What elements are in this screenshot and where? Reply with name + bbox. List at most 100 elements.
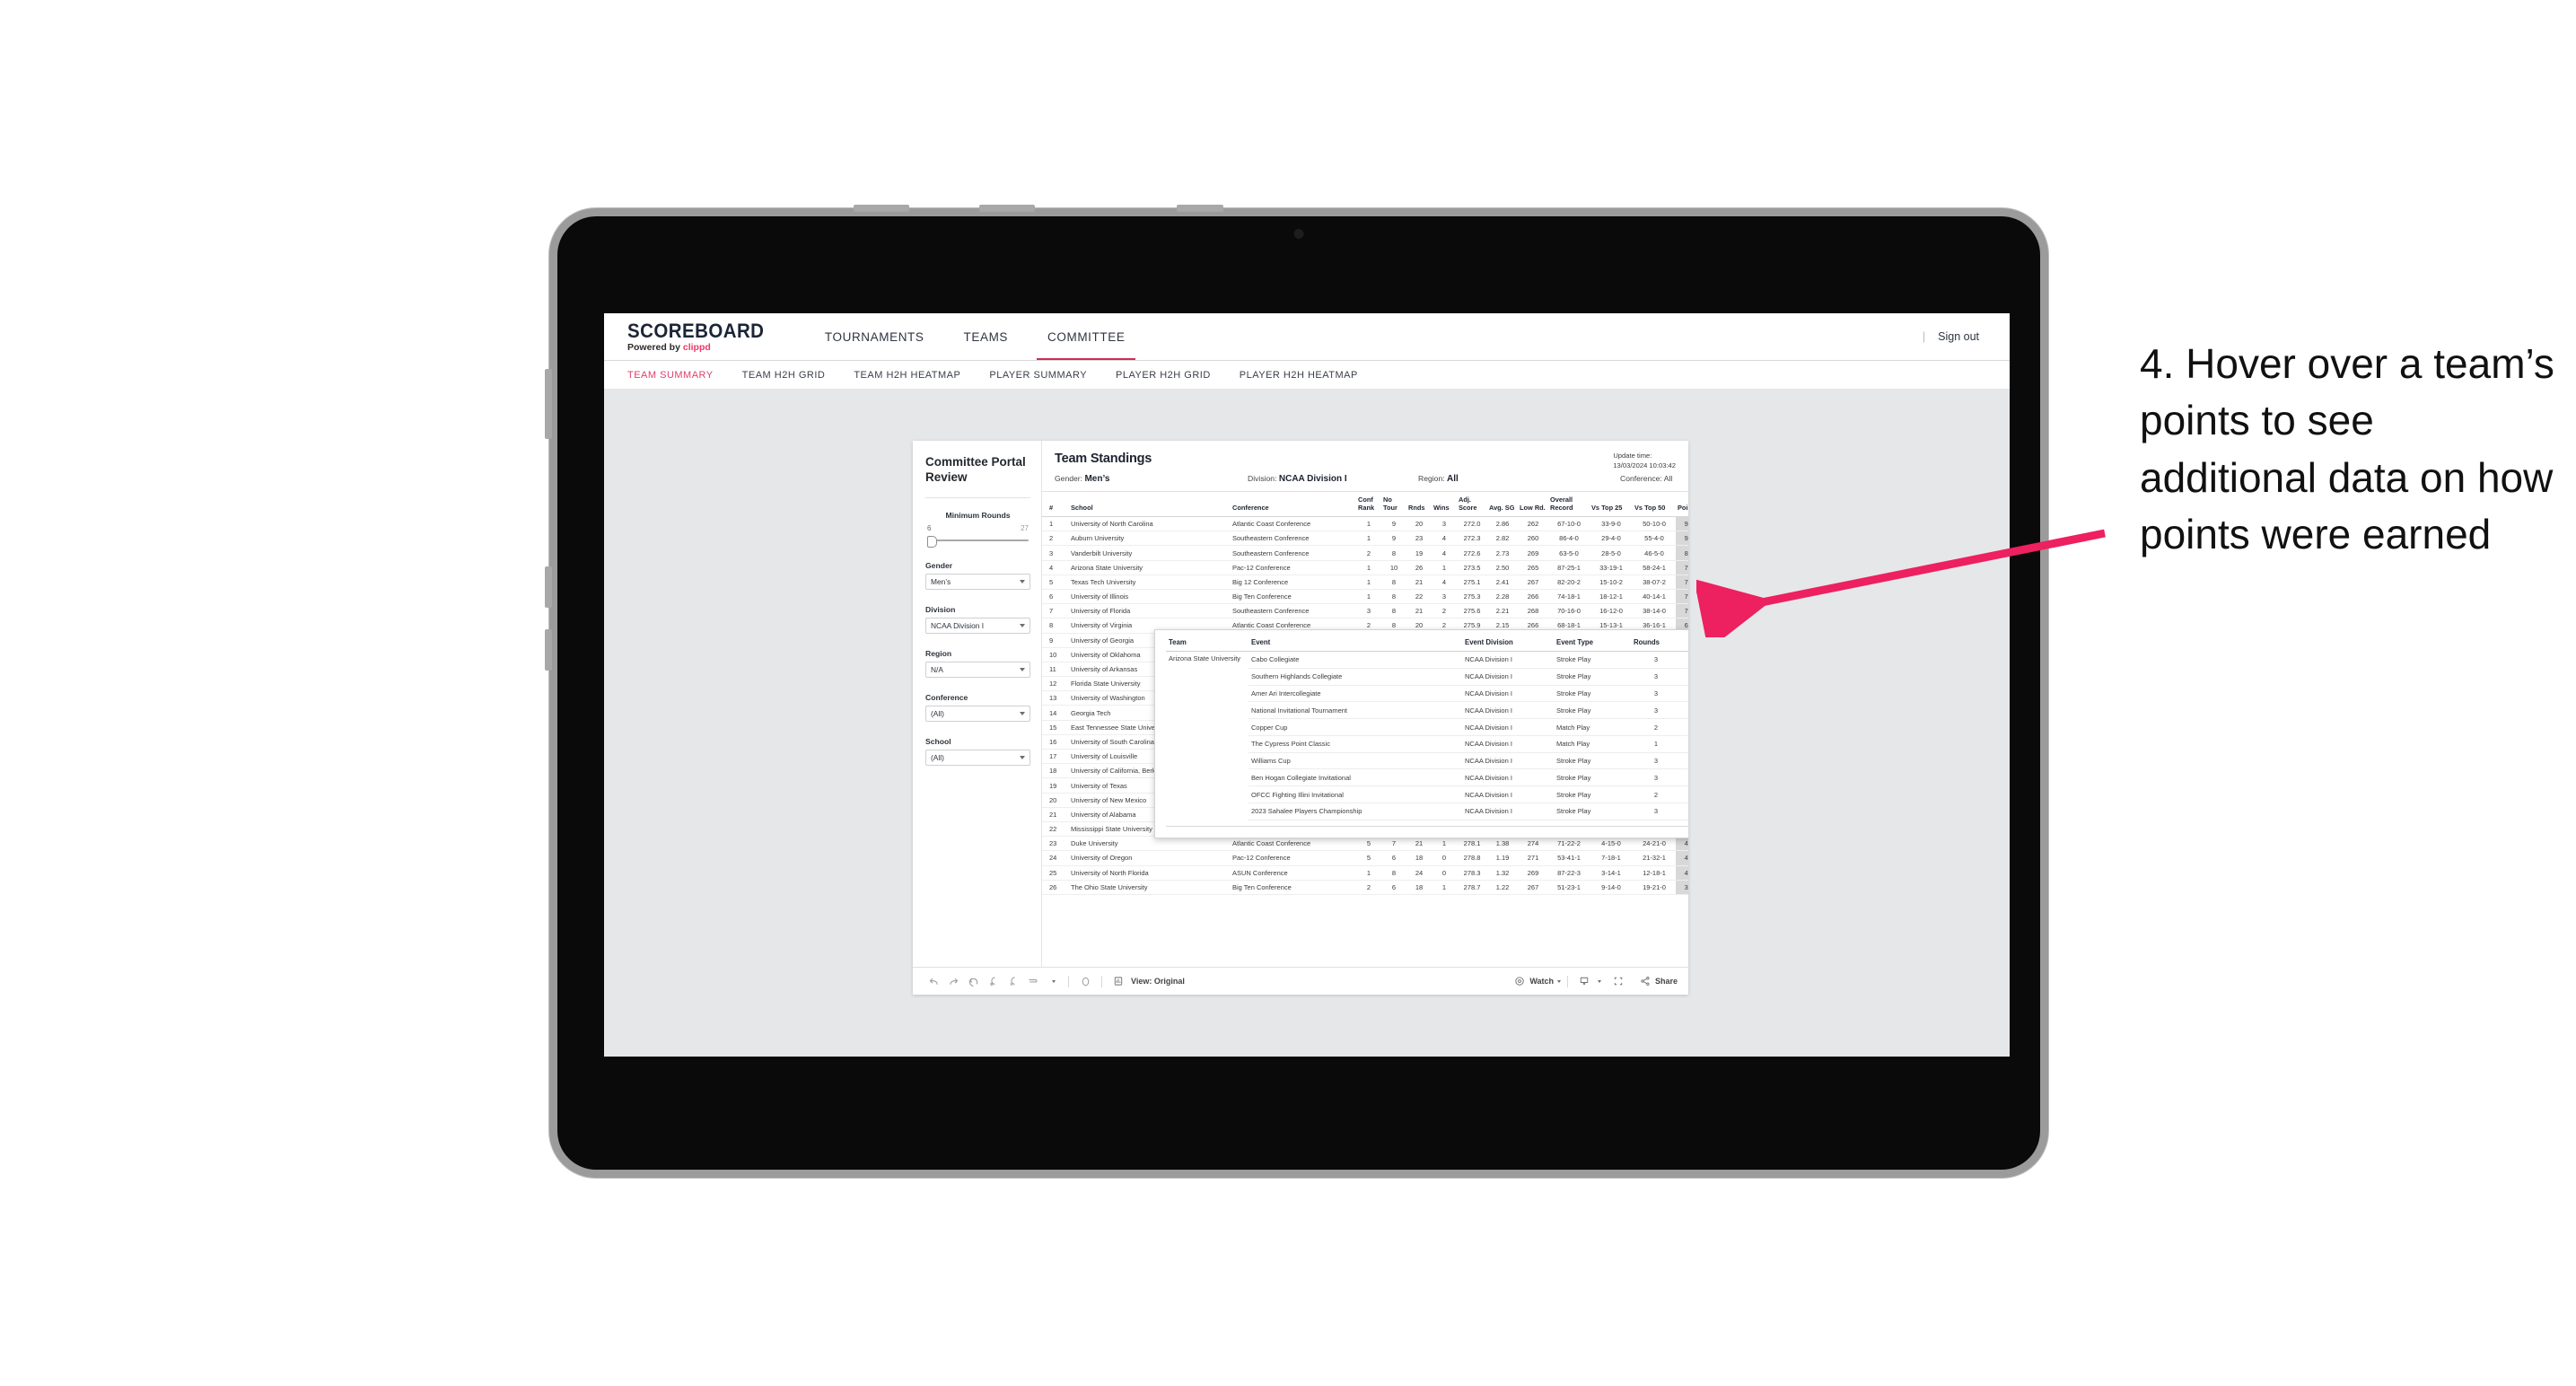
tooltip-table-body: Arizona State University Cabo Collegiate N… [1166,651,1688,820]
subnav-item-team-h2h-grid[interactable]: TEAM H2H GRID [742,370,826,381]
filter-region-select[interactable]: N/A [925,661,1030,678]
filter-region-value: N/A [931,664,943,674]
filter-gender-select[interactable]: Men’s [925,573,1030,590]
share-icon[interactable] [1635,971,1655,991]
tooltip-cell-rounds: 3 [1631,752,1681,770]
table-row[interactable]: 2 Auburn University Southeastern Conferenc… [1042,531,1688,547]
reset-filters-icon[interactable] [1022,971,1042,991]
table-cell-points[interactable]: 42.58 [1676,850,1688,866]
col-wins[interactable]: Wins [1432,492,1457,518]
col-school[interactable]: School [1069,492,1231,518]
tooltip-cell-event: Copper Cup [1249,718,1462,736]
table-row[interactable]: 24 University of Oregon Pac-12 Conference 5… [1042,850,1688,866]
table-row[interactable]: 6 University of Illinois Big Ten Conferenc… [1042,589,1688,605]
table-row[interactable]: 7 University of Florida Southeastern Confe… [1042,603,1688,619]
slider-max-value: 27 [1021,523,1029,532]
table-cell-points[interactable]: 93.31 [1676,531,1688,547]
table-cell-v10: 86-4-0 [1548,531,1590,547]
brand-logo[interactable]: SCOREBOARD Powered by clippd [604,320,805,353]
col-rank[interactable]: # [1042,492,1069,518]
watch-chevron-down-icon[interactable] [1556,979,1561,983]
table-cell-school: Texas Tech University [1069,575,1231,590]
col-low-rd[interactable]: Low Rd. [1518,492,1548,518]
subnav-item-team-h2h-heatmap[interactable]: TEAM H2H HEATMAP [854,370,960,381]
redo-icon[interactable] [943,971,963,991]
col-points[interactable]: Points [1676,492,1688,518]
table-cell-v8: 2.50 [1487,560,1518,575]
table-row[interactable]: 25 University of North Florida ASUN Confer… [1042,865,1688,881]
fullscreen-icon[interactable] [1608,971,1628,991]
watch-label[interactable]: Watch [1529,977,1554,986]
view-original-label[interactable]: View: Original [1131,977,1185,986]
table-cell-v3: 1 [1356,865,1381,881]
table-cell-points[interactable]: 97.02 [1676,516,1688,532]
subnav-item-player-summary[interactable]: PLAYER SUMMARY [989,370,1087,381]
signout-link[interactable]: Sign out [1938,330,1979,343]
filter-division-select[interactable]: NCAA Division I [925,617,1030,634]
reset-filters-chevron-icon[interactable] [1042,971,1062,991]
table-cell-points[interactable]: 72.14 [1676,589,1688,605]
table-cell-v3: 5 [1356,836,1381,852]
filter-region: Region N/A [925,649,1030,678]
minimum-rounds-slider[interactable] [925,535,1030,548]
table-cell-v2: Southeastern Conference [1231,531,1356,547]
slider-handle[interactable] [927,535,937,548]
table-row[interactable]: 1 University of North Carolina Atlantic Co… [1042,516,1688,532]
viz-toolbar: View: Original Watch Share [913,967,1688,995]
subnav-item-player-h2h-heatmap[interactable]: PLAYER H2H HEATMAP [1240,370,1358,381]
col-adj-score[interactable]: Adj. Score [1457,492,1487,518]
col-rnds[interactable]: Rnds [1406,492,1432,518]
nav-item-teams[interactable]: TEAMS [944,313,1029,360]
table-cell-school: The Ohio State University [1069,880,1231,895]
undo-icon[interactable] [924,971,943,991]
table-cell-points[interactable]: 79.52 [1676,560,1688,575]
nav-item-committee[interactable]: COMMITTEE [1028,313,1144,360]
table-row[interactable]: 3 Vanderbilt University Southeastern Confe… [1042,545,1688,561]
revert-icon[interactable] [963,971,983,991]
refresh-data-icon[interactable] [983,971,1003,991]
standings-table-head: # School Conference Conf Rank No Tour Rn… [1042,492,1688,518]
col-vs-top-50[interactable]: Vs Top 50 [1633,492,1676,518]
table-cell-points[interactable]: 75.90 [1676,575,1688,590]
col-avg-sg[interactable]: Avg. SG [1487,492,1518,518]
filter-gender: Gender Men’s [925,561,1030,590]
nav-item-tournaments[interactable]: TOURNAMENTS [805,313,944,360]
table-cell-v8: 1.38 [1487,836,1518,852]
filter-school-select[interactable]: (All) [925,749,1030,766]
col-conf-rank[interactable]: Conf Rank [1356,492,1381,518]
signout-divider: | [1922,330,1926,343]
col-vs-top-25[interactable]: Vs Top 25 [1590,492,1633,518]
table-cell-points[interactable]: 70.08 [1676,603,1688,619]
toolbar-divider-2 [1101,975,1102,987]
table-cell-points[interactable]: 41.89 [1676,865,1688,881]
table-cell-v4: 8 [1381,545,1406,561]
pause-icon[interactable] [1075,971,1095,991]
table-cell-v5: 20 [1406,516,1432,532]
table-cell-points[interactable]: 85.02 [1676,545,1688,561]
download-chevron-down-icon[interactable] [1597,979,1601,983]
subnav-item-team-summary[interactable]: TEAM SUMMARY [627,370,714,381]
table-row[interactable]: 26 The Ohio State University Big Ten Confe… [1042,880,1688,895]
download-icon[interactable] [1574,971,1594,991]
col-overall-record[interactable]: Overall Record [1548,492,1590,518]
table-row[interactable]: 4 Arizona State University Pac-12 Conferen… [1042,560,1688,575]
filter-conference-select[interactable]: (All) [925,705,1030,722]
watch-icon[interactable] [1510,971,1529,991]
table-row[interactable]: 5 Texas Tech University Big 12 Conference 1… [1042,575,1688,590]
view-icon[interactable] [1108,971,1128,991]
table-cell-v0: 8 [1042,618,1069,634]
standings-table-wrapper[interactable]: # School Conference Conf Rank No Tour Rn… [1042,491,1688,967]
share-label[interactable]: Share [1655,977,1678,986]
col-no-tour[interactable]: No Tour [1381,492,1406,518]
table-cell-points[interactable]: 42.71 [1676,836,1688,852]
summary-division-value: NCAA Division I [1278,474,1347,484]
table-cell-v12: 12-18-1 [1633,865,1676,881]
subnav-item-player-h2h-grid[interactable]: PLAYER H2H GRID [1116,370,1211,381]
toolbar-divider-1 [1068,975,1069,987]
pause-auto-updates-icon[interactable] [1003,971,1022,991]
table-cell-v6: 1 [1432,560,1457,575]
col-conference[interactable]: Conference [1231,492,1356,518]
tooltip-cell-rounds: 3 [1631,651,1681,669]
table-cell-points[interactable]: 39.94 [1676,880,1688,895]
table-row[interactable]: 23 Duke University Atlantic Coast Conferen… [1042,836,1688,852]
